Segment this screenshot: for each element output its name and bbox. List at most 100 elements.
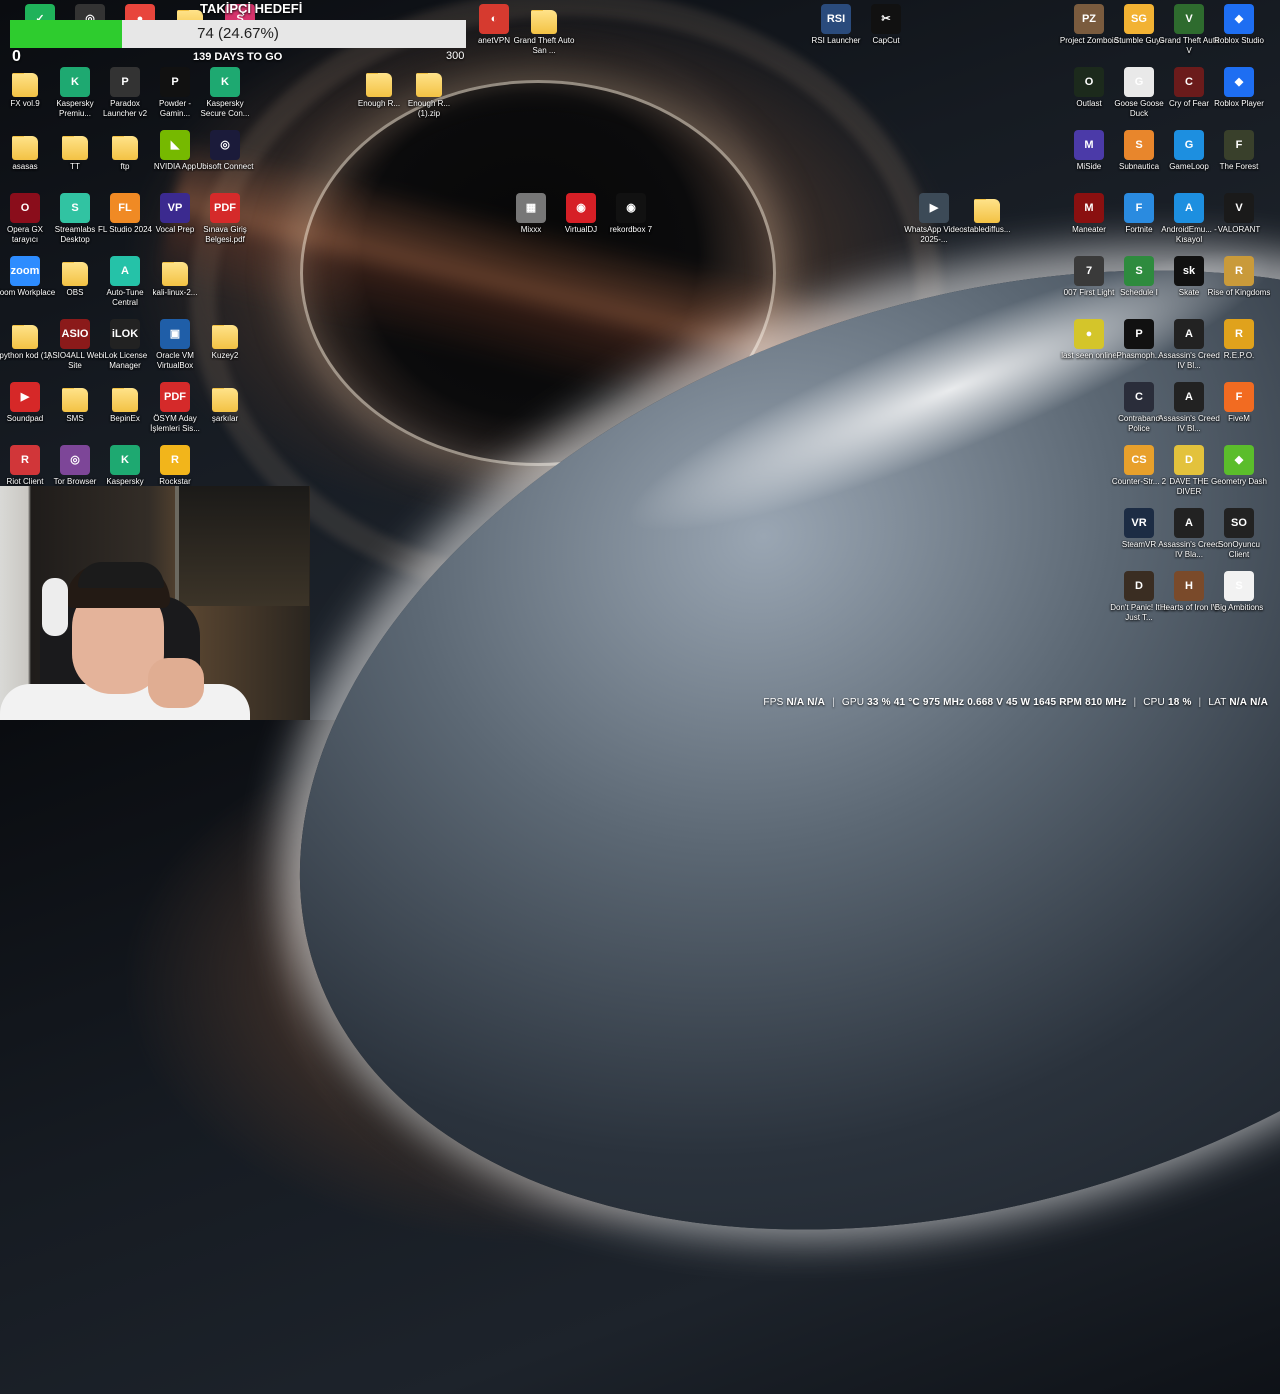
zoom-icon: zoom (10, 256, 40, 286)
desktop-shortcut[interactable]: kali-linux-2... (143, 256, 207, 298)
desktop-shortcut-label: Kaspersky Secure Con... (200, 99, 250, 118)
game-icon: ◆ (1224, 445, 1254, 475)
desktop-shortcut[interactable]: ◆ Roblox Player (1207, 67, 1271, 109)
desktop-shortcut[interactable]: V VALORANT (1207, 193, 1271, 235)
folder-icon (62, 262, 88, 286)
game-icon: ● (1074, 319, 1104, 349)
game-icon: M (1074, 193, 1104, 223)
desktop-shortcut[interactable]: PDF Sınava Giriş Belgesi.pdf (193, 193, 257, 245)
gta-icon: V (1174, 4, 1204, 34)
game-icon: G (1124, 67, 1154, 97)
desktop-shortcut[interactable]: R Rise of Kingdoms (1207, 256, 1271, 298)
desktop-shortcut[interactable]: S Big Ambitions (1207, 571, 1271, 613)
folder-icon (12, 73, 38, 97)
game-icon: D (1124, 571, 1154, 601)
valorant-icon: V (1224, 193, 1254, 223)
ilok-icon: iLOK (110, 319, 140, 349)
folder-icon (62, 136, 88, 160)
widget-title: TAKİPÇİ HEDEFİ (200, 1, 303, 16)
game-icon: R (1224, 256, 1254, 286)
zip-icon (416, 73, 442, 97)
game-icon: C (1174, 67, 1204, 97)
streamlabs-icon: S (60, 193, 90, 223)
desktop-shortcut-label: stablediffus... (963, 225, 1011, 234)
game-icon: SG (1124, 4, 1154, 34)
days-remaining: 139 DAYS TO GO (193, 51, 283, 63)
gpu-power: 45 W (1006, 697, 1031, 708)
desktop-shortcut[interactable]: ✂ CapCut (854, 4, 918, 46)
desktop-shortcut[interactable]: Kuzey2 (193, 319, 257, 361)
follower-goal-widget: TAKİPÇİ HEDEFİ 74 (24.67%) 0 139 DAYS TO… (10, 0, 466, 70)
game-icon: sk (1174, 256, 1204, 286)
ac-icon: A (1174, 382, 1204, 412)
desktop-shortcut-label: FiveM (1228, 414, 1250, 423)
gpu-label: GPU (841, 697, 865, 708)
desktop-shortcut-label: SonOyuncu Client (1218, 540, 1260, 559)
game-icon: PZ (1074, 4, 1104, 34)
gpu-mem-clock: 810 MHz (1085, 697, 1127, 708)
desktop-shortcut[interactable]: F FiveM (1207, 382, 1271, 424)
desktop-shortcut[interactable]: R Rockstar (143, 445, 207, 487)
game-icon: S (1224, 571, 1254, 601)
progress-bar: 74 (24.67%) (10, 20, 466, 48)
game-icon: F (1224, 382, 1254, 412)
cpu-label: CPU (1143, 697, 1165, 708)
pdf-icon: PDF (210, 193, 240, 223)
desktop-shortcut[interactable]: şarkılar (193, 382, 257, 424)
gpu-temp: 41 °C (893, 697, 920, 708)
game-icon: P (1124, 319, 1154, 349)
desktop-shortcut-label: Kuzey2 (211, 351, 239, 360)
virtualdj-icon: ◉ (566, 193, 596, 223)
kaspersky-icon: K (60, 67, 90, 97)
zip-icon (212, 325, 238, 349)
virtualbox-icon: ▣ (160, 319, 190, 349)
autotune-icon: A (110, 256, 140, 286)
desktop-shortcut-label: Roblox Studio (1214, 36, 1264, 45)
headphones (42, 578, 68, 636)
game-icon: D (1174, 445, 1204, 475)
zip-icon (162, 262, 188, 286)
game-icon: G (1174, 130, 1204, 160)
paradox-icon: P (110, 67, 140, 97)
game-icon: F (1224, 130, 1254, 160)
desktop-shortcut-label: R.E.P.O. (1223, 351, 1255, 360)
steamvr-icon: VR (1124, 508, 1154, 538)
desktop-shortcut-label: Roblox Player (1214, 99, 1264, 108)
desktop-shortcut[interactable]: SO SonOyuncu Client (1207, 508, 1271, 560)
progress-min-label: 0 (12, 48, 21, 65)
performance-overlay: FPS N/A N/A | GPU 33 % 41 °C 975 MHz 0.6… (763, 697, 1268, 708)
progress-max-label: 300 (446, 50, 465, 62)
desktop-shortcut-label: VALORANT (1217, 225, 1261, 234)
vocalprep-icon: VP (160, 193, 190, 223)
tor-icon: ◎ (60, 445, 90, 475)
asio-icon: ASIO (60, 319, 90, 349)
fps-value-2: N/A (807, 697, 826, 708)
desktop-shortcut[interactable]: ◆ Roblox Studio (1207, 4, 1271, 46)
gpu-clock: 975 MHz (922, 697, 965, 708)
desktop-shortcut[interactable]: stablediffus... (955, 193, 1019, 235)
roblox-icon: ◆ (1224, 4, 1254, 34)
kaspersky-icon: K (210, 67, 240, 97)
desktop-shortcut-label: şarkılar (211, 414, 239, 423)
desktop-shortcut[interactable]: Enough R... (1).zip (397, 67, 461, 119)
desktop-shortcut[interactable]: F The Forest (1207, 130, 1271, 172)
desktop-shortcut[interactable]: ◎ Ubisoft Connect (193, 130, 257, 172)
desktop-shortcut[interactable]: R R.E.P.O. (1207, 319, 1271, 361)
desktop-shortcut[interactable]: Grand Theft Auto San ... (512, 4, 576, 56)
desktop-shortcut-label: Grand Theft Auto San ... (513, 36, 575, 55)
webcam-person-cap (78, 562, 164, 588)
folder-icon (974, 199, 1000, 223)
gpu-voltage: 0.668 V (967, 697, 1004, 708)
folder-icon (212, 388, 238, 412)
desktop-shortcut[interactable]: ◉ rekordbox 7 (599, 193, 663, 235)
desktop-shortcut[interactable]: ◆ Geometry Dash (1207, 445, 1271, 487)
opera-icon: O (10, 193, 40, 223)
folder-icon (62, 388, 88, 412)
desktop-shortcut[interactable]: K Kaspersky Secure Con... (193, 67, 257, 119)
desktop-shortcut-label: Geometry Dash (1210, 477, 1268, 486)
folder-icon (12, 136, 38, 160)
game-icon: F (1124, 193, 1154, 223)
game-icon: C (1124, 382, 1154, 412)
vpn-icon: ◐ (479, 4, 509, 34)
rockstar-icon: R (160, 445, 190, 475)
